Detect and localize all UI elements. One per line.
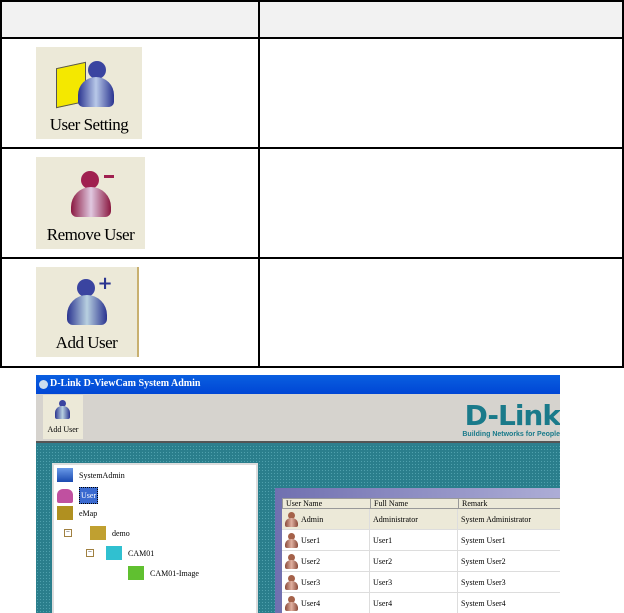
camera-icon [106, 546, 122, 560]
add-user-button[interactable]: + Add User [36, 267, 139, 357]
table-header [2, 2, 622, 39]
user-icon [285, 574, 298, 590]
user-icon [285, 595, 298, 611]
emap-icon [57, 506, 73, 520]
user-icon [285, 511, 298, 527]
table-row[interactable]: User4 User4 System User4 [282, 593, 560, 613]
collapse-icon[interactable]: − [86, 549, 94, 557]
collapse-icon[interactable]: − [64, 529, 72, 537]
tree-label: CAM01-Image [150, 568, 199, 578]
cell-full-name: User2 [370, 551, 458, 571]
cell-remark: System User2 [461, 556, 506, 566]
column-header-user-name[interactable]: User Name [283, 499, 371, 508]
navigation-tree: SystemAdmin User eMap − demo − CAM01 CAM… [52, 463, 258, 613]
tree-node-emap[interactable]: eMap [57, 506, 97, 520]
tree-node-user[interactable]: User [57, 487, 99, 504]
row-divider [2, 147, 622, 149]
cell-user-name: User1 [282, 530, 370, 550]
title-bar: D-Link D-ViewCam System Admin [36, 375, 560, 394]
tree-label: SystemAdmin [79, 470, 125, 480]
tree-label: CAM01 [128, 548, 155, 558]
user-setting-button[interactable]: User Setting [36, 47, 142, 139]
tree-label: User [79, 487, 99, 504]
tree-label: demo [112, 528, 130, 538]
icon-description-table: User Setting Remove User + Add User [0, 0, 624, 368]
user-icon [285, 532, 298, 548]
user-icon [57, 488, 73, 503]
user-setting-label: User Setting [49, 115, 129, 134]
remove-user-icon [66, 169, 116, 219]
user-name: User1 [301, 535, 321, 545]
cell-user-name: User3 [282, 572, 370, 592]
cell-full-name: User4 [370, 593, 458, 613]
grid-header: User Name Full Name Remark [282, 498, 560, 509]
cell-user-name: User2 [282, 551, 370, 571]
cell-remark: System User4 [461, 598, 506, 608]
user-name: User3 [301, 577, 321, 587]
add-user-icon: + [62, 275, 113, 327]
cell-user-name: User4 [282, 593, 370, 613]
cell-remark: System User1 [461, 535, 506, 545]
user-name: User2 [301, 556, 321, 566]
remove-user-button[interactable]: Remove User [36, 157, 145, 249]
system-admin-window: D-Link D-ViewCam System Admin Add User D… [36, 375, 560, 613]
tree-node-cam01-image[interactable]: CAM01-Image [128, 566, 199, 580]
toolbar: Add User D-Link Building Networks for Pe… [36, 394, 560, 443]
tree-label: eMap [79, 508, 98, 518]
cell-remark: System Administrator [461, 514, 531, 524]
user-setting-icon [56, 59, 114, 109]
user-name: Admin [301, 514, 324, 524]
tree-node-systemadmin[interactable]: SystemAdmin [57, 468, 125, 482]
column-divider [258, 2, 260, 368]
table-row[interactable]: User1 User1 System User1 [282, 530, 560, 551]
user-icon [285, 553, 298, 569]
map-icon [90, 526, 106, 540]
table-row[interactable]: User2 User2 System User2 [282, 551, 560, 572]
cell-full-name: User3 [370, 572, 458, 592]
add-user-label: Add User [55, 333, 118, 352]
user-table: User Name Full Name Remark Admin Administ… [282, 498, 560, 613]
table-row[interactable]: Admin Administrator System Administrator [282, 509, 560, 530]
tree-node-demo[interactable]: − demo [64, 526, 130, 540]
workspace: SystemAdmin User eMap − demo − CAM01 CAM… [36, 445, 560, 613]
table-row[interactable]: User3 User3 System User3 [282, 572, 560, 593]
camera-image-icon [128, 566, 144, 580]
user-grid-panel: User Name Full Name Remark Admin Administ… [275, 488, 560, 613]
app-icon [39, 380, 48, 389]
remove-user-label: Remove User [46, 225, 135, 244]
system-admin-icon [57, 468, 73, 482]
cell-full-name: User1 [370, 530, 458, 550]
dlink-logo: D-Link [464, 399, 560, 432]
add-user-icon [55, 400, 71, 420]
window-title: D-Link D-ViewCam System Admin [50, 378, 201, 389]
row-divider [2, 257, 622, 259]
tree-node-cam01[interactable]: − CAM01 [86, 546, 154, 560]
add-user-label: Add User [47, 425, 79, 434]
column-header-remark[interactable]: Remark [459, 499, 560, 508]
cell-user-name: Admin [282, 509, 370, 529]
user-name: User4 [301, 598, 321, 608]
cell-full-name: Administrator [370, 509, 458, 529]
toolbar-add-user-button[interactable]: Add User [43, 395, 83, 439]
cell-remark: System User3 [461, 577, 506, 587]
dlink-slogan: Building Networks for People [462, 431, 560, 438]
column-header-full-name[interactable]: Full Name [371, 499, 459, 508]
